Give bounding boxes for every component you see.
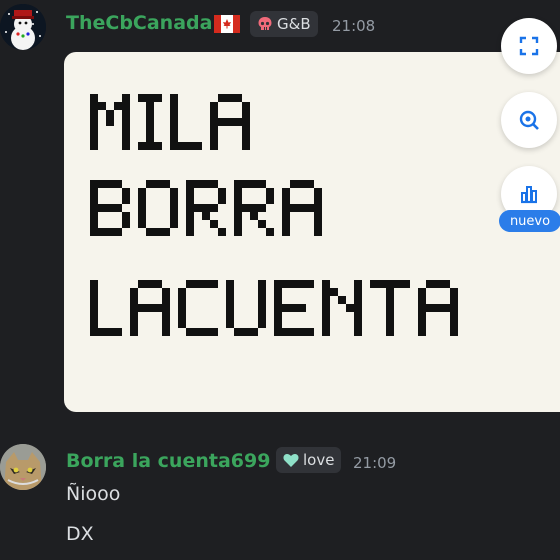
image-text-line xyxy=(90,94,250,150)
avatar[interactable] xyxy=(0,4,46,50)
username[interactable]: Borra la cuenta699 xyxy=(66,450,270,472)
role-badge[interactable]: G&B xyxy=(250,11,318,37)
canada-flag-icon xyxy=(214,14,241,33)
role-badge-label: G&B xyxy=(277,15,311,33)
skull-icon xyxy=(258,17,272,30)
timestamp: 21:09 xyxy=(353,454,397,472)
role-badge-label: love xyxy=(303,451,335,469)
visual-search-button[interactable] xyxy=(501,92,557,148)
timestamp: 21:08 xyxy=(332,17,376,35)
message-line: Ñiooo xyxy=(66,483,121,505)
visual-search-icon xyxy=(519,110,539,130)
bar-chart-icon xyxy=(521,186,537,204)
image-pixel-text xyxy=(90,94,458,336)
username-text: TheCbCanada xyxy=(66,12,213,34)
image-text-line xyxy=(90,180,322,236)
qr-scan-icon xyxy=(519,36,539,56)
message-1: TheCbCanada G&B 21:08 nuevo xyxy=(0,0,560,440)
message-line: DX xyxy=(66,523,94,545)
qr-scan-button[interactable] xyxy=(501,18,557,74)
username[interactable]: TheCbCanada xyxy=(66,12,241,34)
new-badge: nuevo xyxy=(499,210,560,232)
avatar[interactable] xyxy=(0,444,46,490)
image-attachment[interactable] xyxy=(64,52,560,412)
image-text-line xyxy=(90,280,458,336)
role-badge[interactable]: love xyxy=(276,447,342,473)
message-2: Borra la cuenta699 love 21:09 Ñiooo DX xyxy=(0,440,560,560)
heart-icon xyxy=(283,453,299,467)
